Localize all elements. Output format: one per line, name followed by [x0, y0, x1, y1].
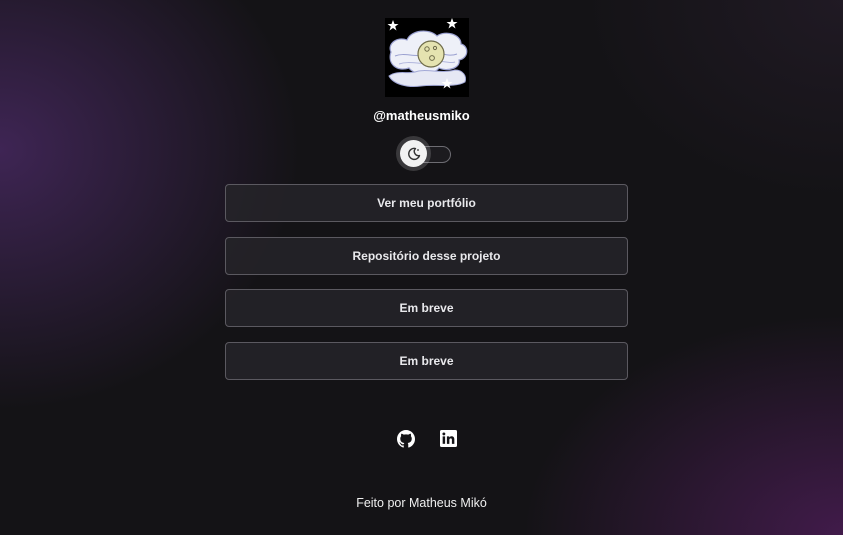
coming-soon-button-1[interactable]: Em breve	[225, 289, 628, 327]
link-tree-page: @matheusmiko Ver meu portfólio Repositór…	[0, 0, 843, 535]
github-link[interactable]	[397, 430, 415, 448]
footer-credit: Feito por Matheus Mikó	[356, 496, 487, 510]
linkedin-icon	[440, 430, 457, 447]
avatar	[385, 18, 469, 97]
linkedin-link[interactable]	[440, 430, 458, 448]
moon-clouds-avatar-icon	[385, 18, 469, 97]
toggle-knob[interactable]	[400, 140, 427, 167]
github-icon	[397, 430, 415, 448]
theme-toggle[interactable]	[399, 140, 453, 168]
repository-button[interactable]: Repositório desse projeto	[225, 237, 628, 275]
coming-soon-button-2[interactable]: Em breve	[225, 342, 628, 380]
username: @matheusmiko	[373, 108, 470, 123]
portfolio-button[interactable]: Ver meu portfólio	[225, 184, 628, 222]
moon-icon	[407, 147, 420, 160]
